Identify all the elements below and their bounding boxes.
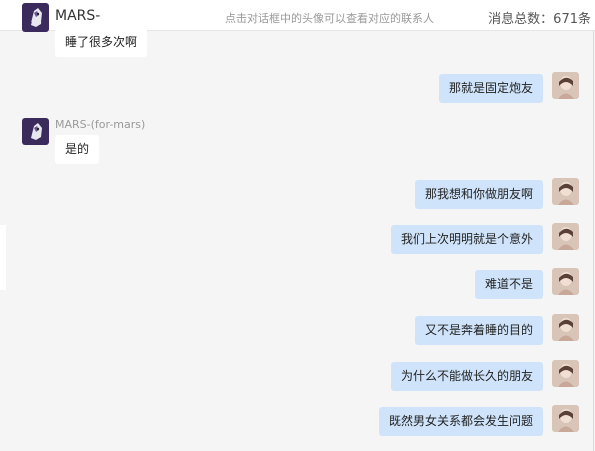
contact-avatar-icon[interactable] [22, 22, 49, 32]
scroll-edge [593, 31, 594, 451]
self-avatar-icon[interactable] [552, 268, 579, 295]
window-edge [0, 225, 6, 290]
message-bubble-sent: 既然男女关系都会发生问题 [378, 407, 543, 436]
message-bubble-received: 是的 [55, 135, 100, 164]
message-bubble-sent: 我们上次明明就是个意外 [390, 225, 543, 254]
self-avatar-icon[interactable] [552, 360, 579, 387]
message-bubble-sent: 又不是奔着睡的目的 [414, 316, 543, 345]
message-bubble-sent: 为什么不能做长久的朋友 [390, 362, 543, 391]
self-avatar-icon[interactable] [552, 178, 579, 205]
self-avatar-icon[interactable] [552, 72, 579, 99]
self-avatar-icon[interactable] [552, 405, 579, 432]
contact-avatar-icon[interactable] [22, 118, 49, 145]
message-total: 消息总数：671条 [488, 12, 591, 27]
chat-header: MARS- 点击对话框中的头像可以查看对应的联系人 消息总数：671条 [0, 0, 595, 31]
contact-name: MARS- [55, 8, 101, 24]
avatar-hint-text: 点击对话框中的头像可以查看对应的联系人 [225, 12, 434, 25]
message-bubble-received: 睡了很多次啊 [55, 28, 148, 57]
sender-name: MARS-(for-mars) [55, 118, 146, 131]
self-avatar-icon[interactable] [552, 223, 579, 250]
message-bubble-sent: 那我想和你做朋友啊 [414, 180, 543, 209]
message-bubble-sent: 那就是固定炮友 [438, 74, 543, 103]
self-avatar-icon[interactable] [552, 314, 579, 341]
message-bubble-sent: 难道不是 [474, 270, 543, 299]
